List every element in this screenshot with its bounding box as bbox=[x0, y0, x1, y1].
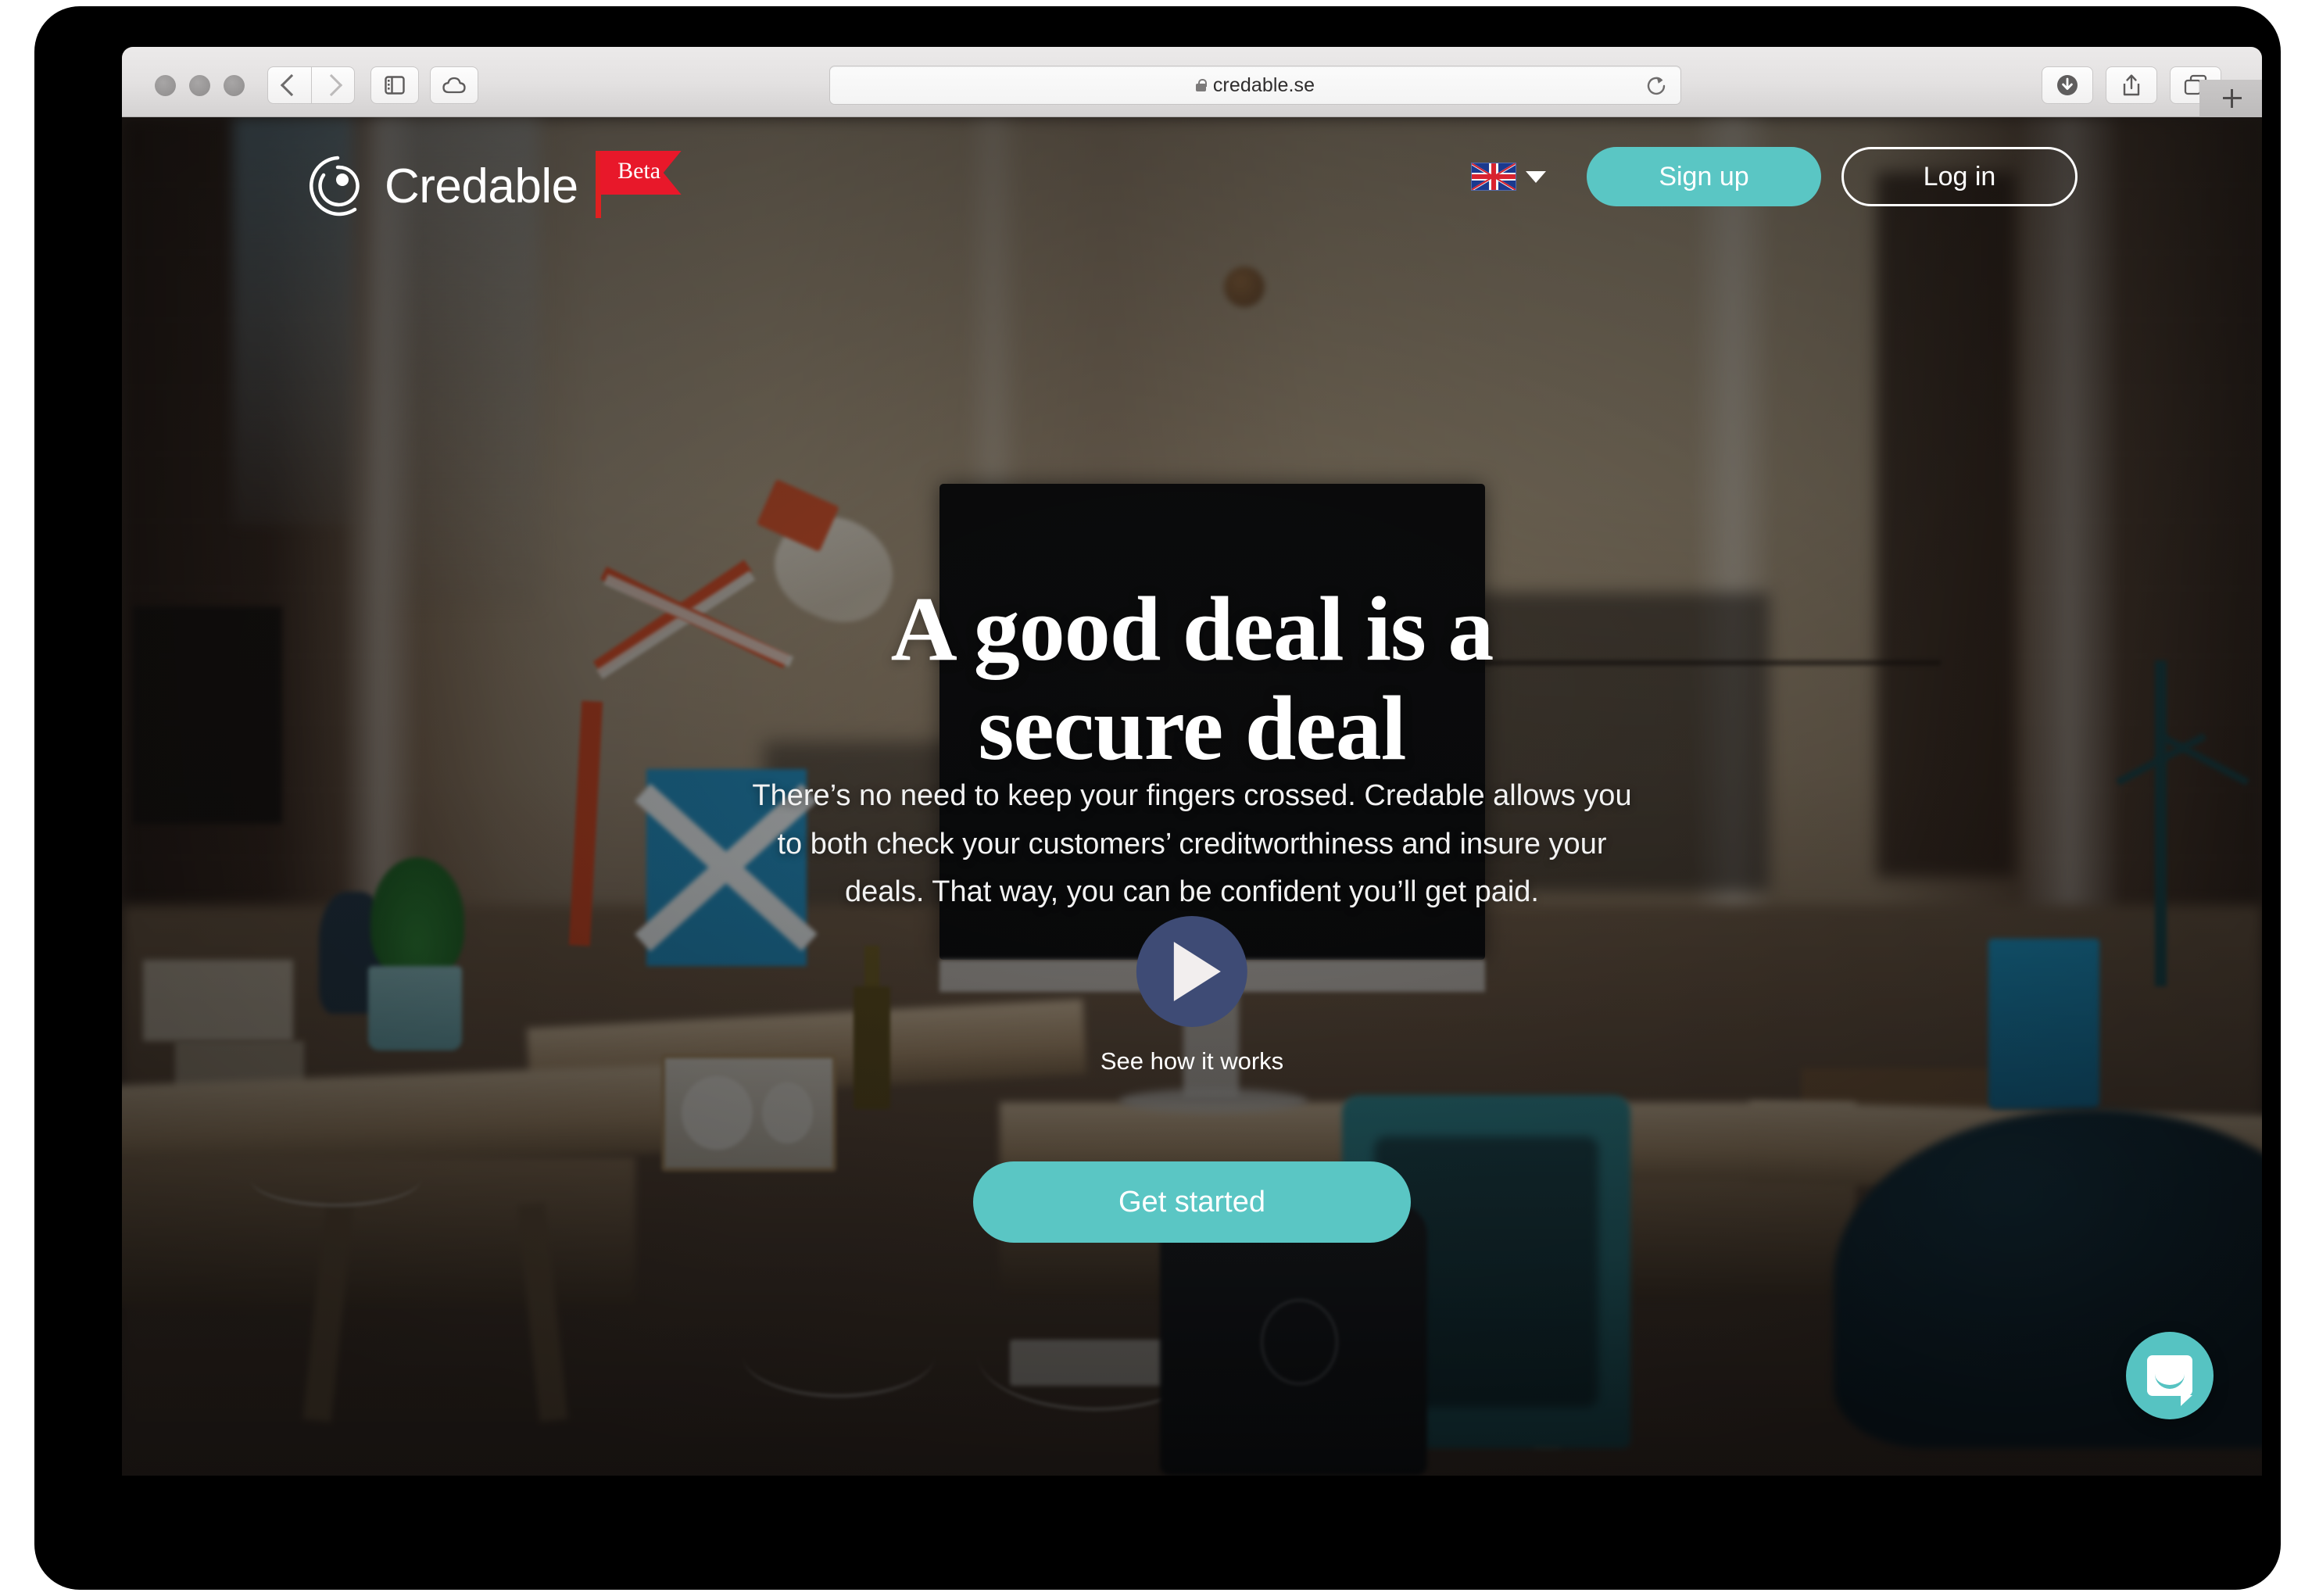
share-button[interactable] bbox=[2106, 66, 2157, 104]
forward-button[interactable] bbox=[311, 66, 355, 104]
headline-line-2: secure deal bbox=[978, 677, 1406, 780]
reload-icon[interactable] bbox=[1646, 76, 1666, 96]
lock-icon bbox=[1195, 79, 1207, 91]
chat-bubble-smile-icon bbox=[2147, 1355, 2192, 1406]
headline-line-1: A good deal is a bbox=[890, 578, 1494, 681]
see-how-it-works-button[interactable]: See how it works bbox=[1101, 916, 1283, 1075]
device-bezel: credable.se Credable Beta Sign up Log in… bbox=[34, 6, 2281, 1590]
forward-chevron-icon bbox=[320, 73, 342, 97]
sidebar-toggle-button[interactable] bbox=[370, 66, 419, 104]
back-button[interactable] bbox=[267, 66, 311, 104]
icloud-tabs-button[interactable] bbox=[430, 66, 478, 104]
address-bar[interactable]: credable.se bbox=[829, 66, 1681, 105]
window-minimize-button[interactable] bbox=[189, 75, 210, 96]
hero-subheading: There’s no need to keep your fingers cro… bbox=[752, 779, 1632, 909]
browser-window: credable.se Credable Beta Sign up Log in… bbox=[122, 47, 2262, 1476]
back-chevron-icon bbox=[280, 73, 303, 97]
page-viewport: Credable Beta Sign up Log in A good deal… bbox=[122, 117, 2262, 1476]
see-how-it-works-label: See how it works bbox=[1100, 1047, 1284, 1075]
page-title: A good deal is a secure deal bbox=[684, 579, 1700, 778]
browser-toolbar: credable.se bbox=[122, 47, 2262, 117]
hero-section: A good deal is a secure deal There’s no … bbox=[122, 117, 2262, 1476]
play-button[interactable] bbox=[1136, 916, 1247, 1027]
new-tab-plus-icon bbox=[2223, 89, 2242, 108]
window-zoom-button[interactable] bbox=[224, 75, 245, 96]
share-icon bbox=[2123, 74, 2140, 96]
get-started-button[interactable]: Get started bbox=[973, 1161, 1411, 1243]
chat-launcher-button[interactable] bbox=[2126, 1332, 2214, 1419]
play-triangle-icon bbox=[1173, 942, 1221, 1001]
url-text: credable.se bbox=[1212, 73, 1315, 96]
cloud-icon bbox=[442, 77, 466, 94]
sidebar-icon bbox=[385, 76, 405, 95]
downloads-button[interactable] bbox=[2042, 66, 2093, 104]
window-close-button[interactable] bbox=[155, 75, 176, 96]
new-tab-button[interactable] bbox=[2199, 80, 2262, 117]
download-icon bbox=[2057, 75, 2078, 95]
